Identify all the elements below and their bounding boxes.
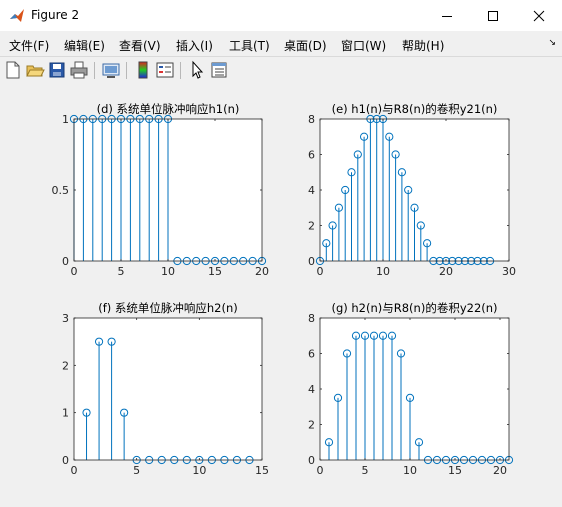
y-tick-label: 8 [308, 312, 315, 325]
minimize-icon [442, 15, 452, 17]
chart-title: (f) 系统单位脉冲响应h2(n) [98, 301, 238, 315]
toolbar-separator [126, 62, 127, 79]
axes-background [320, 318, 509, 460]
y-tick-label: 2 [308, 419, 315, 432]
menu-desktop[interactable]: 桌面(D) [284, 37, 327, 54]
y-tick-label: 0 [62, 255, 69, 268]
y-tick-label: 0 [62, 454, 69, 467]
menu-edit[interactable]: 编辑(E) [64, 37, 105, 54]
menu-bar: 文件(F) 编辑(E) 查看(V) 插入(I) 工具(T) 桌面(D) 窗口(W… [0, 31, 562, 55]
link-plot-icon[interactable] [101, 60, 121, 80]
y-tick-label: 2 [62, 359, 69, 372]
subplot-4: 0 5 10 15 20 0 2 4 6 8 (g) h2(n)与R8(n)的卷积y22(n) [308, 301, 514, 477]
x-tick-label: 30 [502, 265, 516, 278]
chart-title: (d) 系统单位脉冲响应h1(n) [97, 102, 240, 116]
minimize-button[interactable] [424, 0, 470, 31]
x-tick-label: 20 [493, 464, 507, 477]
y-tick-label: 8 [308, 113, 315, 126]
toolbar [0, 56, 562, 86]
x-tick-label: 10 [192, 464, 206, 477]
menu-file[interactable]: 文件(F) [9, 37, 49, 54]
x-tick-label: 20 [255, 265, 269, 278]
menu-help[interactable]: 帮助(H) [402, 37, 444, 54]
x-tick-label: 0 [317, 265, 324, 278]
x-tick-label: 0 [71, 464, 78, 477]
maximize-button[interactable] [470, 0, 516, 31]
legend-icon[interactable] [155, 60, 175, 80]
toolbar-separator [94, 62, 95, 79]
toolbar-separator [180, 62, 181, 79]
x-tick-label: 10 [376, 265, 390, 278]
y-tick-label: 0.5 [52, 184, 70, 197]
menu-window[interactable]: 窗口(W) [341, 37, 386, 54]
y-tick-label: 0 [308, 454, 315, 467]
subplot-3: 0 5 10 15 0 1 2 3 (f) 系统单位脉冲响应h2(n) [62, 301, 269, 477]
x-tick-label: 0 [317, 464, 324, 477]
plots-svg: 0 5 10 15 2000.51(d) 系统单位脉冲响应h1(n)0 10 20 30024… [52, 102, 517, 477]
y-tick-label: 0 [308, 255, 315, 268]
menu-insert[interactable]: 插入(I) [176, 37, 213, 54]
subplot-2: 0 10 20 30 0 2 4 6 8 (e) h1(n)与R8(n)的卷积y21(n) [308, 102, 516, 278]
save-icon[interactable] [47, 60, 67, 80]
close-button[interactable] [516, 0, 562, 31]
x-tick-label: 15 [448, 464, 462, 477]
chart-title: (e) h1(n)与R8(n)的卷积y21(n) [332, 102, 498, 116]
y-tick-label: 4 [308, 383, 315, 396]
x-tick-label: 15 [208, 265, 222, 278]
x-tick-label: 5 [362, 464, 369, 477]
maximize-icon [488, 10, 498, 21]
open-file-icon[interactable] [25, 60, 45, 80]
window-title: Figure 2 [31, 8, 80, 22]
matlab-icon [10, 9, 24, 22]
close-icon [533, 10, 545, 21]
x-tick-label: 5 [133, 464, 140, 477]
chart-title: (g) h2(n)与R8(n)的卷积y22(n) [331, 301, 497, 315]
menu-tools[interactable]: 工具(T) [229, 37, 270, 54]
y-tick-label: 1 [62, 113, 69, 126]
property-inspector-icon[interactable] [209, 60, 229, 80]
y-tick-label: 4 [308, 184, 315, 197]
new-figure-icon[interactable] [3, 60, 23, 80]
figure-canvas: 0 5 10 15 20 0 0.5 1 (d) 系统单位脉冲响应h1(n) 0 10 20 30 0 2 4… [0, 85, 562, 507]
y-tick-label: 6 [308, 149, 315, 162]
subplot-1: 0 5 10 15 20 0 0.5 1 (d) 系统单位脉冲响应h1(n) [52, 102, 270, 278]
x-tick-label: 10 [161, 265, 175, 278]
menu-overflow-icon[interactable]: ↘ [548, 38, 556, 48]
menu-view[interactable]: 查看(V) [119, 37, 161, 54]
x-tick-label: 20 [439, 265, 453, 278]
title-bar[interactable]: Figure 2 [0, 0, 562, 31]
x-tick-label: 15 [255, 464, 269, 477]
figure-window: Figure 2 文件(F) 编辑(E) 查看(V) 插入(I) 工具(T) 桌… [0, 0, 562, 507]
x-tick-label: 0 [71, 265, 78, 278]
y-tick-label: 3 [62, 312, 69, 325]
y-tick-label: 1 [62, 407, 69, 420]
colorbar-icon[interactable] [133, 60, 153, 80]
y-tick-label: 6 [308, 348, 315, 361]
y-tick-label: 2 [308, 220, 315, 233]
x-tick-label: 10 [403, 464, 417, 477]
pointer-icon[interactable] [187, 60, 207, 80]
x-tick-label: 5 [118, 265, 125, 278]
print-icon[interactable] [69, 60, 89, 80]
